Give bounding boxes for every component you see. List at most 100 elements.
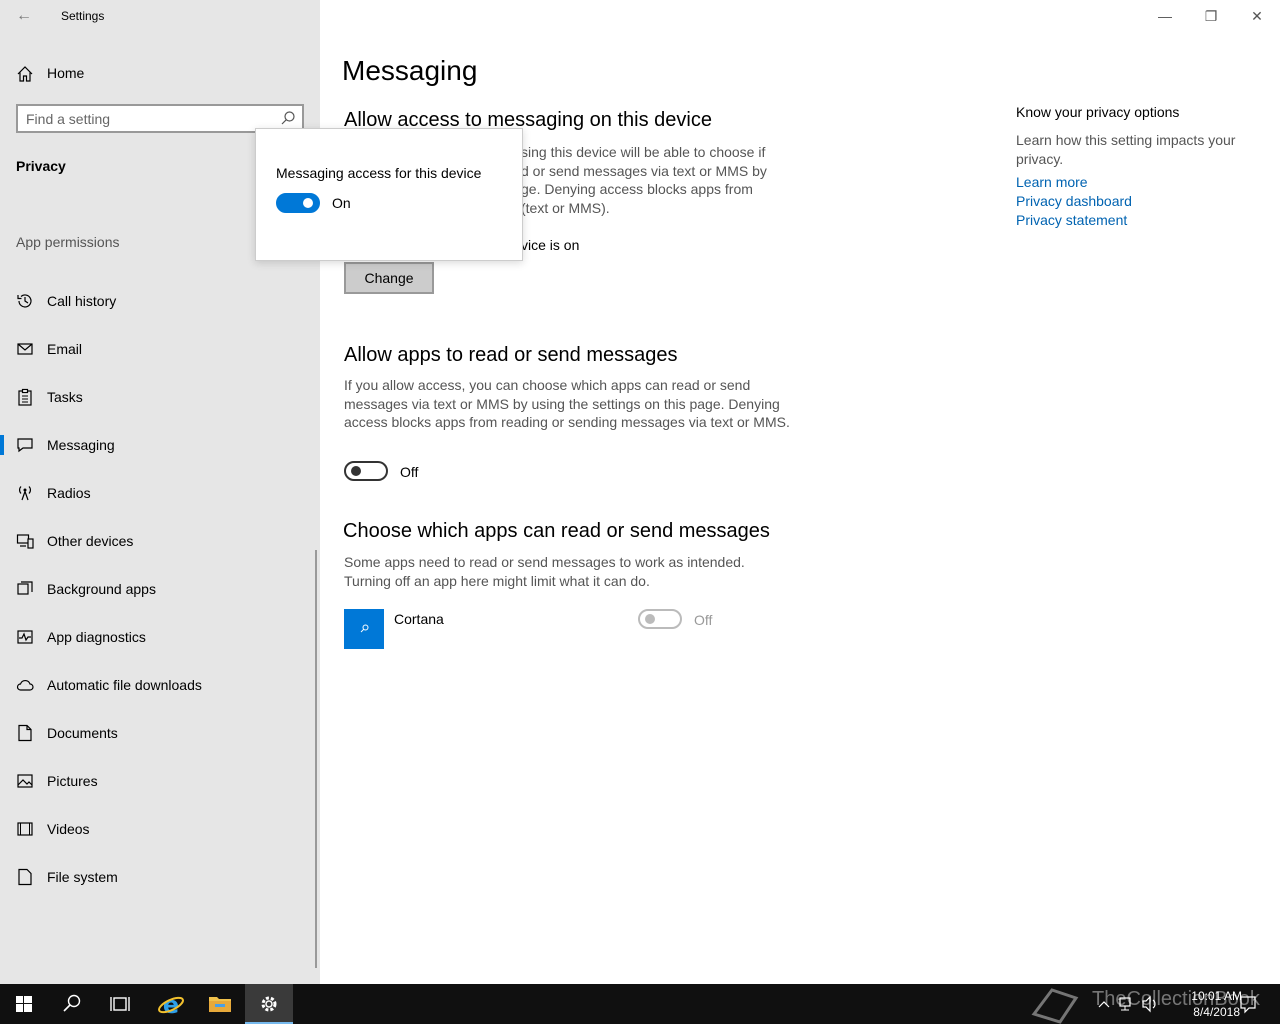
minimize-button[interactable]: — (1142, 0, 1188, 32)
restore-button[interactable]: ❐ (1188, 0, 1234, 32)
folder-icon (209, 997, 231, 1012)
svg-text:e: e (163, 991, 179, 1019)
app-name-cortana: Cortana (394, 611, 444, 627)
allow-apps-toggle-label: Off (400, 464, 419, 480)
search-input[interactable] (26, 109, 266, 128)
device-access-status: vice is on (521, 237, 580, 253)
file-icon (18, 868, 32, 886)
windows-logo-icon (16, 996, 32, 1012)
background-apps-icon (17, 581, 33, 595)
network-icon (1119, 997, 1131, 1011)
sidebar-item-videos[interactable]: Videos (0, 809, 316, 849)
taskbar-search-button[interactable] (48, 984, 96, 1024)
desc-line: ge. Denying access blocks apps from (521, 181, 753, 197)
cortana-toggle[interactable] (638, 609, 682, 629)
sidebar-item-label: Radios (47, 485, 91, 501)
privacy-options-title: Know your privacy options (1016, 104, 1180, 120)
mail-icon (17, 343, 33, 355)
choose-apps-description: Some apps need to read or send messages … (344, 554, 745, 589)
taskbar: e TheCollectionBook 10:01 AM 8/4/2018 (0, 984, 1280, 1024)
toggle-knob (351, 466, 361, 476)
history-icon (17, 294, 32, 308)
sidebar-item-file-system[interactable]: File system (0, 857, 316, 897)
network-tray-button[interactable] (1116, 984, 1136, 1024)
taskbar-internet-explorer[interactable]: e (147, 984, 195, 1024)
speaker-icon (1142, 995, 1156, 1013)
show-hidden-icons-button[interactable] (1096, 984, 1112, 1024)
sidebar-item-label: Call history (47, 293, 117, 309)
cortana-toggle-label: Off (694, 612, 713, 628)
taskbar-settings[interactable] (245, 984, 293, 1024)
change-button[interactable]: Change (344, 262, 434, 294)
taskbar-clock[interactable]: 10:01 AM 8/4/2018 (1191, 988, 1242, 1020)
video-icon (17, 822, 33, 836)
search-icon (63, 994, 81, 1012)
privacy-dashboard-link[interactable]: Privacy dashboard (1016, 193, 1132, 209)
sidebar-item-radios[interactable]: Radios (0, 473, 316, 513)
sidebar-item-label: App diagnostics (47, 629, 146, 645)
gear-icon (261, 996, 277, 1012)
diagnostics-icon (17, 630, 33, 644)
sidebar-item-home[interactable]: Home (0, 56, 320, 92)
titlebar-left: ← Settings (0, 0, 320, 32)
home-icon (17, 66, 33, 82)
device-access-toggle-label: On (332, 195, 351, 211)
cortana-app-icon (344, 609, 384, 649)
sidebar-item-background-apps[interactable]: Background apps (0, 569, 316, 609)
internet-explorer-icon: e (158, 991, 184, 1019)
watermark-book-icon (1030, 984, 1080, 1024)
group-label: App permissions (16, 234, 120, 250)
task-view-icon (110, 997, 130, 1011)
flyout-title: Messaging access for this device (276, 165, 482, 181)
sidebar-item-documents[interactable]: Documents (0, 713, 316, 753)
sidebar-item-label: Email (47, 341, 83, 357)
learn-more-link[interactable]: Learn more (1016, 174, 1088, 190)
allow-apps-toggle[interactable] (344, 461, 388, 481)
sidebar-item-call-history[interactable]: Call history (0, 281, 316, 321)
device-access-description: sing this device will be able to choose … (521, 143, 781, 217)
toggle-knob (645, 614, 655, 624)
sidebar-item-label: Home (47, 65, 85, 81)
app-title: Settings (61, 9, 105, 23)
privacy-statement-link[interactable]: Privacy statement (1016, 212, 1127, 228)
sidebar-item-label: Other devices (47, 533, 134, 549)
close-button[interactable]: ✕ (1234, 0, 1280, 32)
sidebar-item-messaging[interactable]: Messaging (0, 425, 316, 465)
sidebar-item-label: Automatic file downloads (47, 677, 202, 693)
volume-tray-button[interactable] (1140, 984, 1160, 1024)
sidebar-item-label: Background apps (47, 581, 156, 597)
search-icon[interactable] (280, 110, 296, 126)
sidebar-item-app-diagnostics[interactable]: App diagnostics (0, 617, 316, 657)
sidebar-item-tasks[interactable]: Tasks (0, 377, 316, 417)
start-button[interactable] (0, 984, 48, 1024)
clipboard-icon (18, 388, 32, 406)
toggle-knob (303, 198, 313, 208)
sidebar-item-pictures[interactable]: Pictures (0, 761, 316, 801)
desc-line: sing this device will be able to choose … (521, 144, 766, 160)
sidebar-item-label: Videos (47, 821, 90, 837)
taskbar-file-explorer[interactable] (196, 984, 244, 1024)
action-center-button[interactable] (1238, 984, 1258, 1024)
cloud-icon (16, 680, 34, 691)
sidebar-scrollbar[interactable] (315, 550, 317, 968)
back-arrow-icon[interactable]: ← (12, 6, 36, 26)
section-heading-choose-apps: Choose which apps can read or send messa… (343, 520, 770, 542)
chevron-up-icon (1098, 1001, 1110, 1008)
sidebar-item-label: Documents (47, 725, 118, 741)
document-icon (18, 724, 32, 742)
device-access-toggle[interactable] (276, 193, 320, 213)
sidebar-item-automatic-file-downloads[interactable]: Automatic file downloads (0, 665, 316, 705)
task-view-button[interactable] (96, 984, 144, 1024)
sidebar-item-email[interactable]: Email (0, 329, 316, 369)
section-heading-allow-apps: Allow apps to read or send messages (344, 344, 678, 366)
desc-line: (text or MMS). (521, 199, 610, 216)
sidebar-item-label: Messaging (47, 437, 115, 453)
sidebar-item-other-devices[interactable]: Other devices (0, 521, 316, 561)
page-title: Messaging (342, 55, 478, 86)
clock-date: 8/4/2018 (1193, 1005, 1240, 1019)
sidebar-item-label: File system (47, 869, 118, 885)
notification-icon (1240, 996, 1256, 1014)
section-title: Privacy (16, 158, 66, 174)
picture-icon (17, 774, 33, 788)
sidebar-item-label: Pictures (47, 773, 98, 789)
